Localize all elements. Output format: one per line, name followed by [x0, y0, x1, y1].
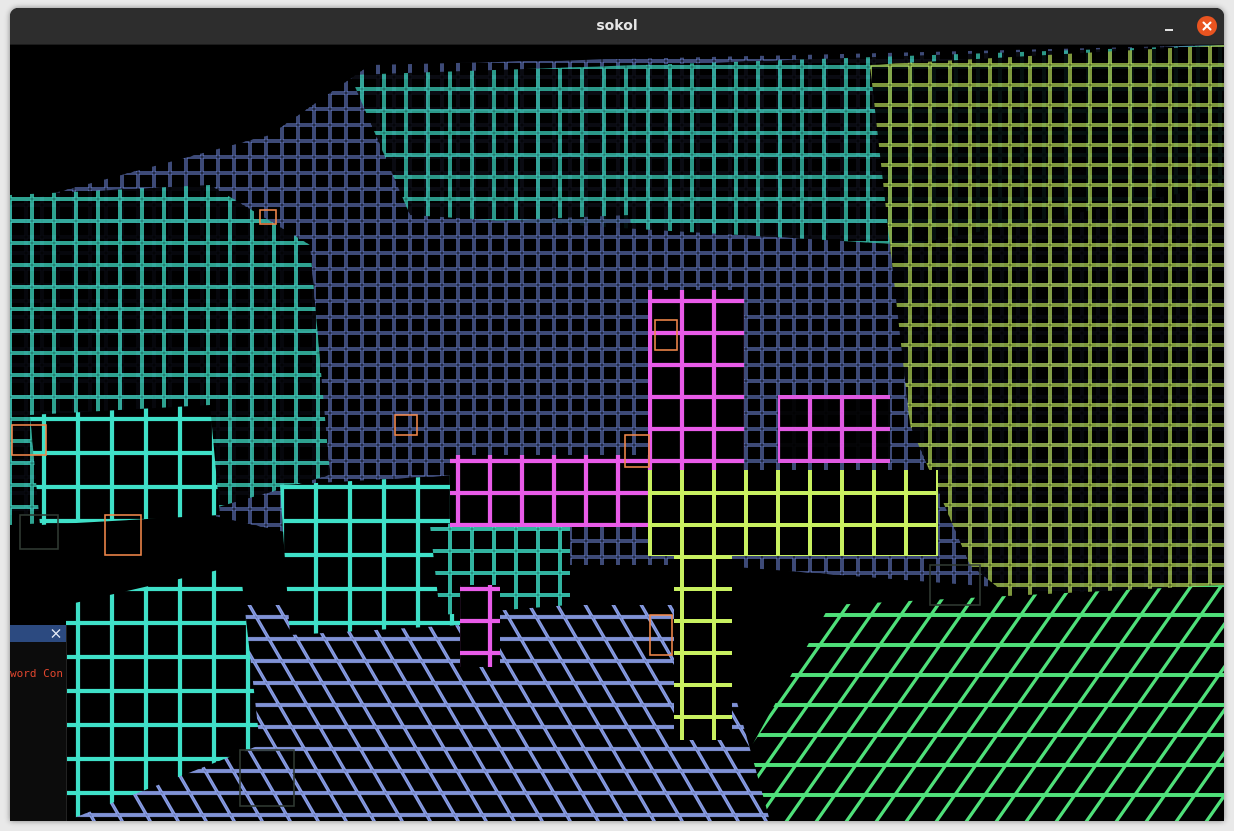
debug-panel-close-button[interactable]: [48, 625, 64, 642]
window-title: sokol: [596, 18, 638, 34]
close-button[interactable]: [1197, 16, 1217, 36]
debug-panel-header[interactable]: [10, 625, 66, 642]
close-icon: [1202, 21, 1212, 31]
title-bar[interactable]: sokol: [10, 8, 1224, 45]
minimize-button[interactable]: [1160, 16, 1180, 36]
voxel-scene: [10, 45, 1224, 821]
close-icon: [51, 629, 61, 638]
debug-panel: word Con: [10, 625, 67, 821]
minimize-icon: [1165, 29, 1173, 31]
render-viewport[interactable]: word Con: [10, 45, 1224, 821]
debug-panel-text: word Con: [10, 667, 63, 680]
app-window: sokol word Con: [10, 8, 1224, 821]
